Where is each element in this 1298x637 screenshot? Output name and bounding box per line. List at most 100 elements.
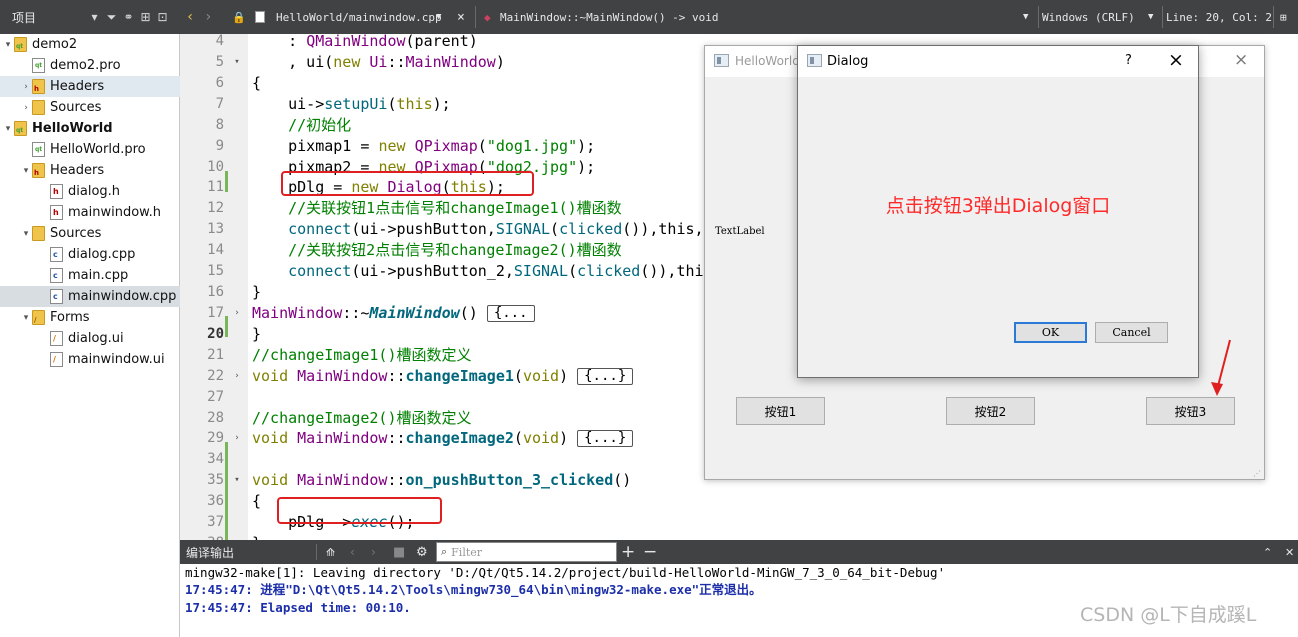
filter-input[interactable]: ⌕ Filter xyxy=(436,542,617,562)
code-text: } xyxy=(252,533,261,540)
tree-item-label: Sources xyxy=(50,226,102,241)
chevron-down-icon[interactable]: ▾ xyxy=(86,10,103,24)
line-number: 5 xyxy=(215,53,224,70)
line-ending-selector[interactable]: Windows (CRLF) xyxy=(1042,0,1152,34)
output-line: 17:45:47: Elapsed time: 00:10. xyxy=(185,600,411,615)
tree-item-label: mainwindow.ui xyxy=(68,352,165,367)
open-file-selector[interactable]: HelloWorld/mainwindow.cpp xyxy=(276,0,451,34)
next-icon[interactable]: › xyxy=(371,540,383,564)
close-pane-icon[interactable]: ✕ xyxy=(1285,540,1298,564)
tree-item[interactable]: / mainwindow.ui xyxy=(0,349,180,370)
fold-marker-icon[interactable]: › xyxy=(232,428,242,449)
close-icon[interactable]: × xyxy=(1234,50,1248,70)
header-file-icon: h xyxy=(50,205,63,220)
tree-item[interactable]: ▾ qt demo2 xyxy=(0,34,180,55)
header-file-icon: h xyxy=(50,184,63,199)
clear-icon[interactable]: ⟰ xyxy=(326,540,340,564)
line-number: 21 xyxy=(207,346,224,363)
dialog-titlebar[interactable]: Dialog ? × xyxy=(798,46,1198,77)
chevron-down-icon[interactable]: ▼ xyxy=(1148,0,1158,34)
link-icon[interactable]: ⚭ xyxy=(120,10,137,24)
maximize-icon[interactable]: ⌃ xyxy=(1263,540,1277,564)
line-number: 38 xyxy=(180,533,224,540)
project-view-selector[interactable]: 项目 xyxy=(0,9,86,26)
project-icon: qt xyxy=(14,121,27,136)
resize-grip-icon[interactable]: ⋰ xyxy=(1253,469,1261,478)
close-pane-icon[interactable]: ⊡ xyxy=(154,10,171,24)
forward-icon[interactable]: › xyxy=(204,0,218,34)
line-number: 34 xyxy=(207,451,224,468)
search-icon: ⌕ xyxy=(441,545,448,558)
push-button-2[interactable]: 按钮2 xyxy=(946,397,1035,425)
expand-arrow-icon[interactable]: ▾ xyxy=(2,124,14,134)
tree-item[interactable]: ▾ / Forms xyxy=(0,307,180,328)
push-button-1[interactable]: 按钮1 xyxy=(736,397,825,425)
project-toolbar: 项目 ▾ ⏷ ⚭ ⊞ ⊡ xyxy=(0,0,180,34)
line-number: 35 xyxy=(207,472,224,489)
tree-item[interactable]: ▾ qt HelloWorld xyxy=(0,118,180,139)
line-number: 13 xyxy=(207,221,224,238)
tree-item[interactable]: › Sources xyxy=(0,97,180,118)
tree-item-label: Sources xyxy=(50,100,102,115)
cpp-file-icon: c xyxy=(50,289,63,304)
cursor-position[interactable]: Line: 20, Col: 2 xyxy=(1166,0,1276,34)
highlight-box xyxy=(281,171,534,196)
tree-item[interactable]: c dialog.cpp xyxy=(0,244,180,265)
ok-button[interactable]: OK xyxy=(1014,322,1087,343)
push-button-3[interactable]: 按钮3 xyxy=(1146,397,1235,425)
code-line: 38} xyxy=(180,533,1298,540)
split-icon[interactable]: ⊞ xyxy=(1280,0,1294,34)
output-pane-toolbar: 编译输出 ⟰ ‹ › ■ ⚙ ⌕ Filter + − ⌃ ✕ xyxy=(180,540,1298,564)
dialog-title: Dialog xyxy=(827,54,869,69)
help-button[interactable]: ? xyxy=(1125,53,1132,68)
tree-item[interactable]: qt HelloWorld.pro xyxy=(0,139,180,160)
cancel-button[interactable]: Cancel xyxy=(1095,322,1168,343)
tree-item[interactable]: ▾ h Headers xyxy=(0,160,180,181)
fold-marker-icon[interactable]: › xyxy=(232,366,242,387)
tree-item[interactable]: / dialog.ui xyxy=(0,328,180,349)
fold-marker-icon[interactable]: ▾ xyxy=(232,52,242,73)
change-marker xyxy=(225,316,228,337)
tree-item[interactable]: qt demo2.pro xyxy=(0,55,180,76)
fold-marker-icon[interactable]: ▾ xyxy=(232,470,242,491)
zoom-in-icon[interactable]: + xyxy=(621,540,635,564)
tree-item[interactable]: c main.cpp xyxy=(0,265,180,286)
symbol-selector[interactable]: MainWindow::~MainWindow() -> void xyxy=(500,0,800,34)
zoom-out-icon[interactable]: − xyxy=(643,540,657,564)
tree-item[interactable]: › h Headers xyxy=(0,76,180,97)
line-number: 15 xyxy=(207,263,224,280)
line-number: 27 xyxy=(207,388,224,405)
line-number: 12 xyxy=(207,200,224,217)
highlight-box xyxy=(277,497,442,524)
tree-item[interactable]: h mainwindow.h xyxy=(0,202,180,223)
chevron-down-icon[interactable]: ▼ xyxy=(436,0,446,34)
line-number: 9 xyxy=(215,137,224,154)
change-marker xyxy=(225,442,228,540)
code-text: //关联按钮1点击信号和changeImage1()槽函数 xyxy=(288,199,622,218)
expand-arrow-icon[interactable]: ▾ xyxy=(2,40,14,50)
line-number: 11 xyxy=(207,179,224,196)
expand-arrow-icon[interactable]: ▾ xyxy=(20,229,32,239)
close-document-icon[interactable]: × xyxy=(457,0,471,34)
filter-icon[interactable]: ⏷ xyxy=(103,10,120,25)
expand-arrow-icon[interactable]: ▾ xyxy=(20,313,32,323)
lock-icon: 🔒 xyxy=(232,10,246,24)
code-text: void MainWindow::changeImage1(void) {...… xyxy=(252,366,634,387)
previous-icon[interactable]: ‹ xyxy=(350,540,362,564)
window-title: HelloWorld xyxy=(735,54,800,68)
ui-file-icon: / xyxy=(50,352,63,367)
expand-arrow-icon[interactable]: ▾ xyxy=(20,166,32,176)
close-icon[interactable]: × xyxy=(1168,49,1184,71)
stop-icon[interactable]: ■ xyxy=(393,540,407,564)
fold-marker-icon[interactable]: › xyxy=(232,303,242,324)
expand-arrow-icon[interactable]: › xyxy=(20,103,32,113)
tree-item[interactable]: h dialog.h xyxy=(0,181,180,202)
back-icon[interactable]: ‹ xyxy=(186,0,200,34)
chevron-down-icon[interactable]: ▼ xyxy=(1023,0,1033,34)
expand-arrow-icon[interactable]: › xyxy=(20,82,32,92)
line-number: 29 xyxy=(207,430,224,447)
tree-item[interactable]: c mainwindow.cpp xyxy=(0,286,180,307)
gear-icon[interactable]: ⚙ xyxy=(416,540,430,564)
split-icon[interactable]: ⊞ xyxy=(137,10,154,24)
tree-item[interactable]: ▾ Sources xyxy=(0,223,180,244)
